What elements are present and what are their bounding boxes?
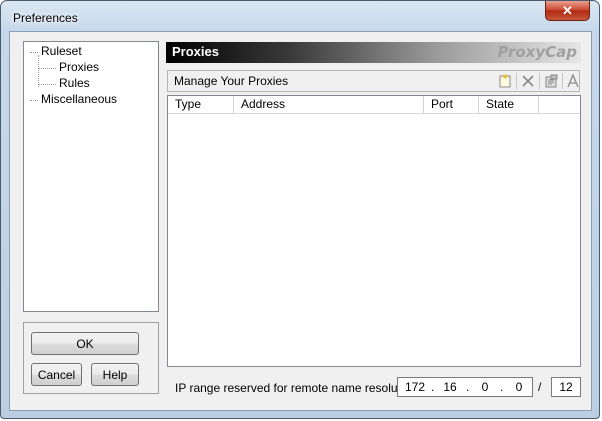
toolbar-separator [516, 73, 517, 89]
tree-item-miscellaneous[interactable]: Miscellaneous [41, 92, 117, 106]
dialog-buttons-group: OK Cancel Help [23, 322, 159, 394]
ip-range-address-field[interactable]: 172 . 16 . 0 . 0 [397, 377, 533, 397]
toolbar-separator [539, 73, 540, 89]
tree-connector [38, 68, 56, 69]
manage-label: Manage Your Proxies [174, 74, 289, 88]
ip-range-mask-field[interactable]: 12 [551, 377, 581, 397]
preferences-window: Preferences ✕ Ruleset Proxies Rules Misc… [0, 0, 600, 419]
panel-header: Proxies ProxyCap [166, 42, 581, 63]
tree-item-ruleset[interactable]: Ruleset [41, 44, 82, 58]
column-header-type[interactable]: Type [168, 96, 234, 113]
ip-octet-3[interactable]: 0 [474, 380, 496, 394]
delete-icon[interactable] [518, 73, 538, 89]
tree-item-proxies[interactable]: Proxies [59, 60, 99, 74]
preferences-tree[interactable]: Ruleset Proxies Rules Miscellaneous [23, 41, 159, 312]
ip-range-label: IP range reserved for remote name resolu… [175, 381, 421, 395]
tree-connector [30, 100, 38, 101]
properties-icon[interactable] [541, 73, 561, 89]
tree-connector [38, 84, 56, 85]
column-header-state[interactable]: State [479, 96, 539, 113]
dialog-client-area: Ruleset Proxies Rules Miscellaneous OK C… [9, 31, 592, 411]
tree-connector [38, 55, 39, 87]
column-header-address[interactable]: Address [234, 96, 424, 113]
brand-logo: ProxyCap [497, 43, 577, 61]
list-header: Type Address Port State [168, 96, 580, 114]
window-title: Preferences [13, 11, 78, 25]
tree-item-rules[interactable]: Rules [59, 76, 90, 90]
ip-octet-2[interactable]: 16 [439, 380, 461, 394]
ip-dot-separator: . [500, 380, 504, 394]
new-proxy-icon[interactable] [495, 73, 515, 89]
title-bar[interactable]: Preferences ✕ [1, 1, 599, 31]
close-icon: ✕ [562, 2, 573, 18]
mask-slash: / [538, 380, 542, 394]
proxies-list[interactable]: Type Address Port State [167, 95, 581, 367]
column-header-port[interactable]: Port [424, 96, 479, 113]
font-a-icon[interactable] [563, 73, 583, 89]
close-button[interactable]: ✕ [545, 1, 590, 21]
help-button[interactable]: Help [91, 363, 139, 386]
panel-title: Proxies [172, 44, 219, 59]
manage-proxies-bar: Manage Your Proxies [167, 70, 580, 92]
tree-connector [30, 52, 38, 53]
ip-dot-separator: . [466, 380, 470, 394]
ip-octet-4[interactable]: 0 [508, 380, 530, 394]
ok-button[interactable]: OK [31, 332, 139, 355]
cancel-button[interactable]: Cancel [31, 363, 82, 386]
ip-dot-separator: . [431, 380, 435, 394]
ip-octet-1[interactable]: 172 [404, 380, 426, 394]
